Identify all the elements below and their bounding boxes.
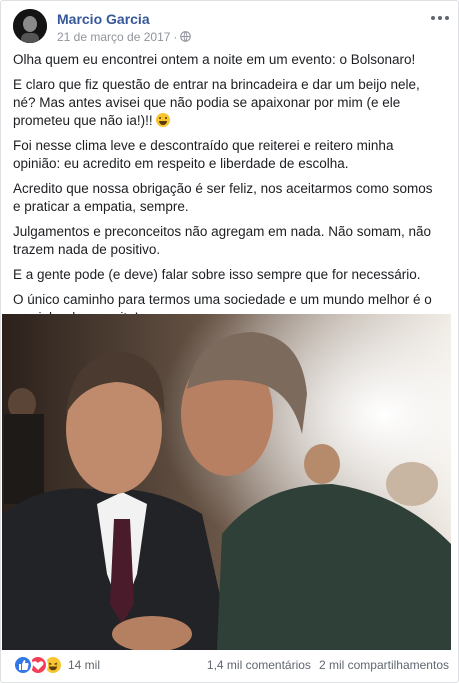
meta-separator: · <box>173 30 178 44</box>
post-header: Marcio Garcia 21 de março de 2017 · <box>13 9 449 45</box>
post-photo[interactable] <box>2 314 451 650</box>
post-card: Marcio Garcia 21 de março de 2017 · Olha … <box>0 0 459 683</box>
post-paragraph: Acredito que nossa obrigação é ser feliz… <box>13 181 433 214</box>
post-paragraph: E claro que fiz questão de entrar na bri… <box>13 76 443 130</box>
post-paragraph: Foi nesse clima leve e descontraído que … <box>13 138 394 171</box>
reactions-summary[interactable]: 14 mil <box>13 655 100 675</box>
post-paragraph: Olha quem eu encontrei ontem a noite em … <box>13 52 416 67</box>
post-date[interactable]: 21 de março de 2017 <box>57 30 170 44</box>
author-name[interactable]: Marcio Garcia <box>57 11 150 27</box>
post-text: Olha quem eu encontrei ontem a noite em … <box>13 51 443 334</box>
comments-count[interactable]: 1,4 mil comentários <box>207 658 311 672</box>
shares-count[interactable]: 2 mil compartilhamentos <box>319 658 449 672</box>
post-paragraph: Julgamentos e preconceitos não agregam e… <box>13 224 431 257</box>
more-options-icon[interactable] <box>431 13 449 23</box>
engagement-stats: 1,4 mil comentários 2 mil compartilhamen… <box>207 658 449 672</box>
post-paragraph: E a gente pode (e deve) falar sobre isso… <box>13 267 421 282</box>
globe-icon[interactable] <box>180 31 192 42</box>
avatar[interactable] <box>13 9 47 43</box>
paragraph-text: E claro que fiz questão de entrar na bri… <box>13 77 420 128</box>
post-meta: 21 de março de 2017 · <box>57 30 192 44</box>
reactions-count[interactable]: 14 mil <box>68 658 100 672</box>
like-reaction-icon <box>13 655 33 675</box>
grinning-emoji-icon <box>155 113 170 127</box>
post-footer: 14 mil 1,4 mil comentários 2 mil compart… <box>13 652 449 678</box>
